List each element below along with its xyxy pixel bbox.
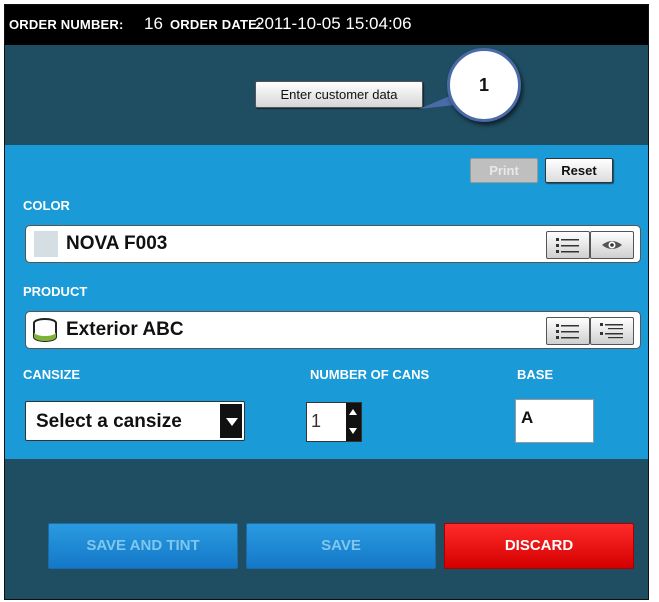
stepper-controls[interactable] (346, 403, 361, 441)
color-swatch (34, 231, 58, 257)
save-and-tint-button[interactable]: SAVE AND TINT (48, 523, 238, 569)
product-value: Exterior ABC (66, 319, 184, 340)
order-number-value: 16 (144, 14, 163, 33)
save-button[interactable]: SAVE (246, 523, 436, 569)
stepper-up-icon[interactable] (349, 409, 357, 415)
paint-can-icon (33, 318, 57, 342)
base-label: BASE (517, 367, 554, 382)
base-field: A (515, 399, 594, 443)
cansize-select[interactable]: Select a cansize (25, 401, 245, 441)
cans-quantity-stepper[interactable]: 1 (306, 402, 362, 442)
eye-icon (602, 241, 622, 249)
step-callout: 1 (447, 48, 521, 122)
color-field[interactable]: NOVA F003 (25, 225, 641, 263)
color-value: NOVA F003 (66, 233, 168, 254)
order-number-label: ORDER NUMBER: (9, 17, 124, 32)
product-field[interactable]: Exterior ABC (25, 311, 641, 349)
enter-customer-data-button[interactable]: Enter customer data (255, 81, 423, 108)
cans-quantity-value: 1 (311, 411, 322, 431)
list-icon (556, 238, 579, 253)
order-header: ORDER NUMBER: 16 ORDER DATE: 2011-10-05 … (5, 5, 648, 45)
product-label: PRODUCT (23, 284, 88, 299)
product-list-button[interactable] (546, 317, 590, 345)
print-button[interactable]: Print (470, 158, 538, 183)
chevron-down-icon[interactable] (220, 404, 242, 438)
stepper-down-icon[interactable] (349, 428, 357, 434)
color-label: COLOR (23, 198, 70, 213)
discard-button[interactable]: DISCARD (444, 523, 634, 569)
order-date-value: 2011-10-05 15:04:06 (255, 14, 412, 33)
order-window: ORDER NUMBER: 16 ORDER DATE: 2011-10-05 … (4, 4, 649, 600)
list-detail-icon (600, 323, 623, 339)
reset-button[interactable]: Reset (545, 158, 613, 183)
order-date-label: ORDER DATE: (170, 17, 262, 32)
color-preview-button[interactable] (590, 231, 634, 259)
number-of-cans-label: NUMBER OF CANS (310, 367, 430, 382)
color-list-button[interactable] (546, 231, 590, 259)
product-details-button[interactable] (590, 317, 634, 345)
cansize-label: CANSIZE (23, 367, 81, 382)
cansize-selected: Select a cansize (36, 411, 182, 432)
order-form-panel: Print Reset COLOR NOVA F003 PRODUCT Exte… (5, 145, 648, 459)
list-icon (556, 324, 579, 339)
base-value: A (521, 408, 534, 427)
